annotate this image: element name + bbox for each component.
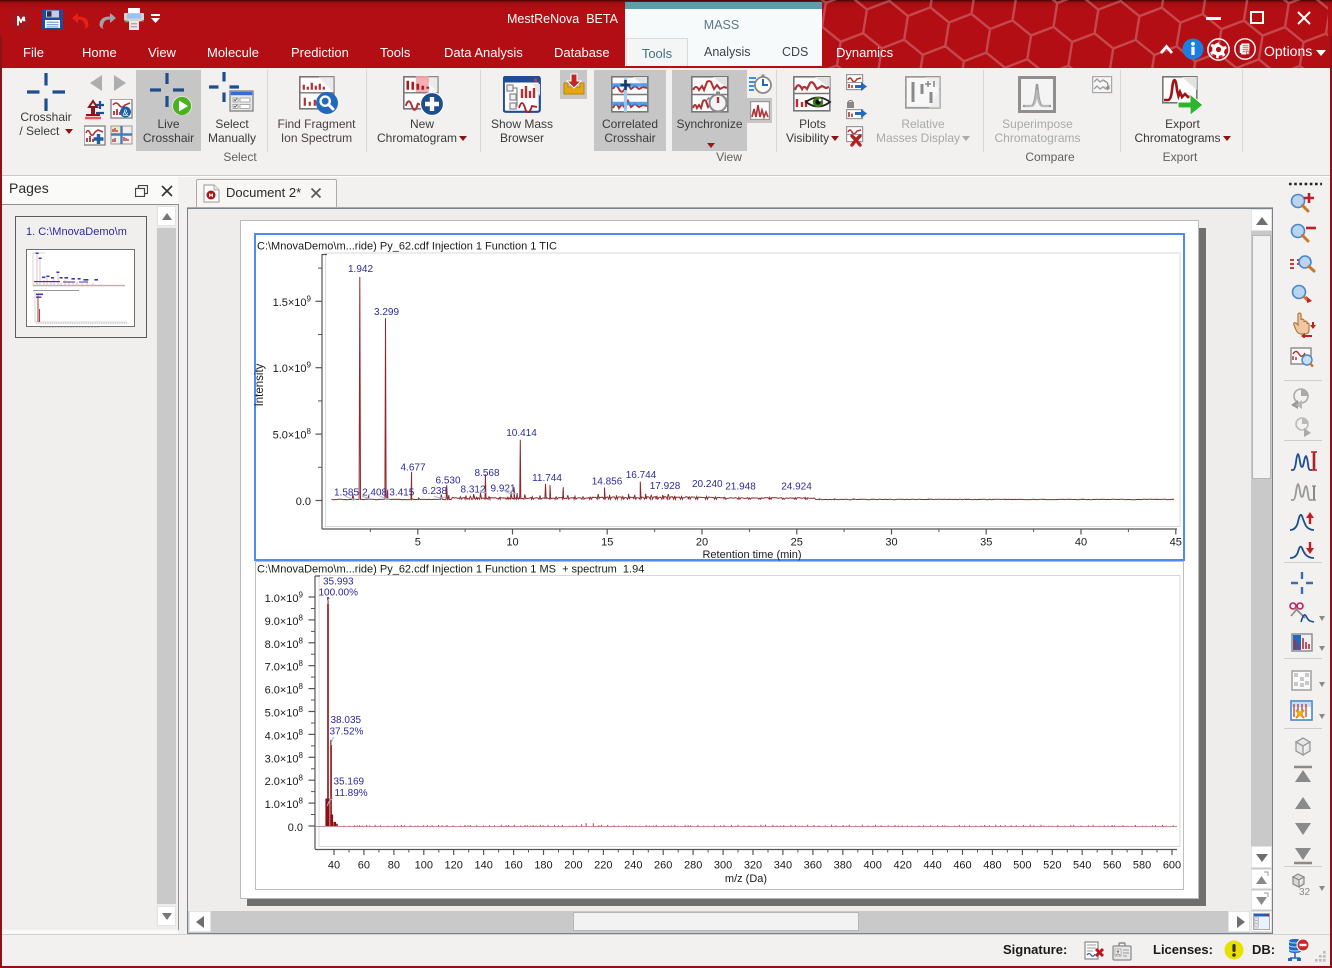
svg-text:32: 32 (1299, 887, 1311, 898)
